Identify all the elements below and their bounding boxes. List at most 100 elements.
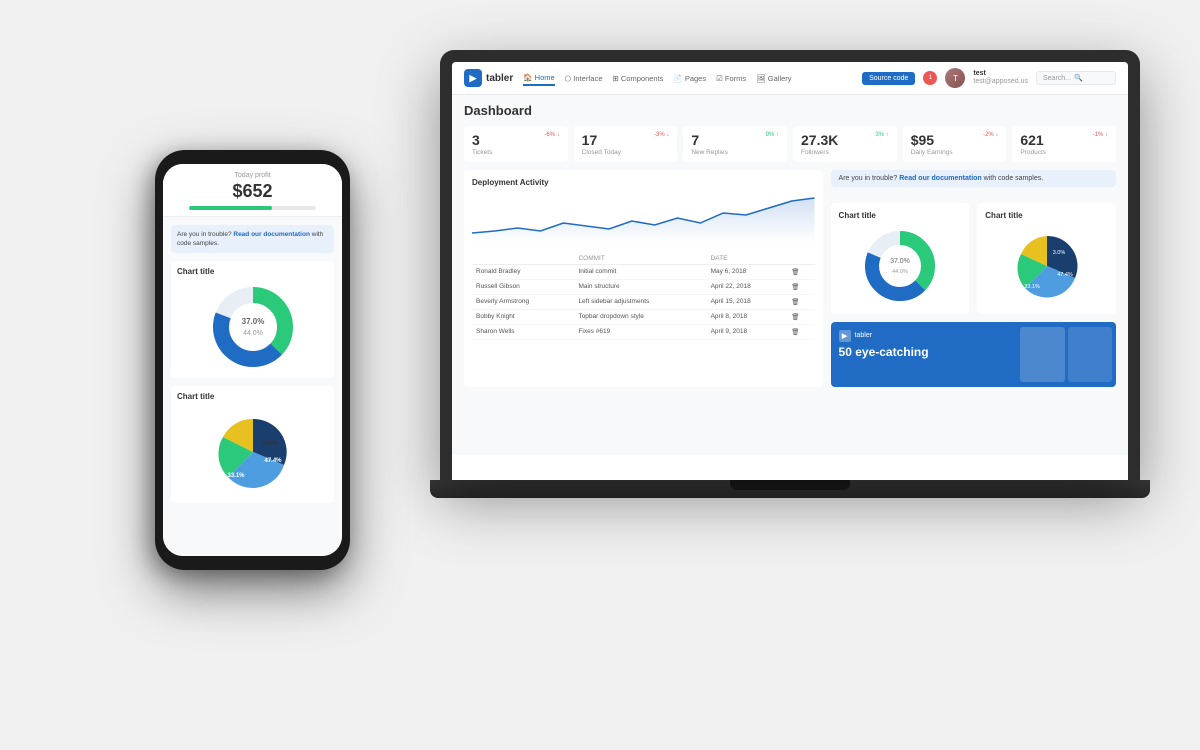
laptop-body: ▶ tabler 🏠 Home ⬡ Interface ⊞ Components…: [440, 50, 1140, 480]
phone-screen: Today profit $652 Are you in trouble? Re…: [163, 164, 342, 556]
nav-link-pages[interactable]: 📄 Pages: [673, 71, 706, 86]
nav-link-interface[interactable]: ⬡ Interface: [565, 71, 603, 86]
row-commit: Main structure: [574, 279, 706, 294]
phone-chart-card-1: Chart title 37.0% 44.0%: [171, 261, 334, 378]
phone-alert-link[interactable]: Read our documentation: [233, 231, 310, 238]
stat-change: 9% ↑: [766, 132, 779, 138]
phone-chart-title-2: Chart title: [177, 392, 328, 401]
promo-card: ▶ tabler 50 eye-catching: [831, 322, 1116, 387]
svg-text:37.0%: 37.0%: [241, 317, 264, 326]
nav-links: 🏠 Home ⬡ Interface ⊞ Components 📄 Pages …: [523, 71, 852, 86]
phone-chart-card-2: Chart title 9.0% 47.4% 33.1%: [171, 386, 334, 503]
stat-label: Daily Earnings: [911, 149, 999, 156]
row-action[interactable]: 🗑: [787, 294, 814, 309]
laptop-screen: ▶ tabler 🏠 Home ⬡ Interface ⊞ Components…: [452, 62, 1128, 480]
search-icon: 🔍: [1074, 74, 1083, 82]
table-row: Bobby Knight Topbar dropdown style April…: [472, 309, 815, 324]
alert-banner: Are you in trouble? Read our documentati…: [831, 170, 1116, 187]
promo-icon: ▶: [839, 330, 851, 342]
phone-donut-1: 37.0% 44.0%: [177, 282, 328, 372]
stat-change: 3% ↑: [875, 132, 888, 138]
svg-text:9.0%: 9.0%: [263, 441, 277, 447]
row-commit: Left sidebar adjustments: [574, 294, 706, 309]
laptop: ▶ tabler 🏠 Home ⬡ Interface ⊞ Components…: [440, 50, 1140, 530]
stat-card-followers: 3% ↑ 27.3K Followers: [793, 126, 897, 162]
col-name: [472, 253, 574, 265]
promo-img-1: [1020, 327, 1065, 382]
chart-title-2: Chart title: [985, 211, 1108, 220]
search-box[interactable]: Search... 🔍: [1036, 71, 1116, 85]
source-code-button[interactable]: Source code: [862, 72, 915, 85]
stat-label: Products: [1020, 149, 1108, 156]
stat-change: -3% ↓: [654, 132, 669, 138]
phone-alert: Are you in trouble? Read our documentati…: [171, 225, 334, 253]
svg-text:47.4%: 47.4%: [264, 458, 282, 464]
stat-label: Tickets: [472, 149, 560, 156]
row-action[interactable]: 🗑: [787, 309, 814, 324]
stat-card-closed: -3% ↓ 17 Closed Today: [574, 126, 678, 162]
row-action[interactable]: 🗑: [787, 279, 814, 294]
phone: Today profit $652 Are you in trouble? Re…: [155, 150, 350, 570]
phone-header: Today profit $652: [163, 164, 342, 217]
row-name: Bobby Knight: [472, 309, 574, 324]
nav-link-forms[interactable]: ☑ Forms: [716, 71, 746, 86]
stat-change: -2% ↓: [983, 132, 998, 138]
user-email: test@apposed.us: [973, 78, 1028, 86]
svg-text:37.0%: 37.0%: [890, 258, 910, 265]
row-date: April 15, 2018: [707, 294, 788, 309]
chart-card-1: Chart title: [831, 203, 970, 314]
alert-link[interactable]: Read our documentation: [899, 175, 981, 182]
donut-chart-1: 37.0% 44.0%: [839, 226, 962, 306]
col-action: [787, 253, 814, 265]
avatar: T: [945, 68, 965, 88]
promo-images: [1016, 322, 1116, 387]
nav-link-home[interactable]: 🏠 Home: [523, 71, 554, 86]
user-name: test: [973, 70, 1028, 78]
row-action[interactable]: 🗑: [787, 264, 814, 279]
nav-link-gallery[interactable]: 🖼 Gallery: [756, 71, 791, 86]
col-commit: COMMIT: [574, 253, 706, 265]
stat-card-tickets: -6% ↓ 3 Tickets: [464, 126, 568, 162]
stat-label: Followers: [801, 149, 889, 156]
svg-text:3.0%: 3.0%: [1052, 250, 1065, 256]
row-date: April 9, 2018: [707, 324, 788, 339]
phone-body: Today profit $652 Are you in trouble? Re…: [155, 150, 350, 570]
svg-text:44.0%: 44.0%: [892, 269, 908, 275]
col-date: DATE: [707, 253, 788, 265]
dashboard-content: Dashboard -6% ↓ 3 Tickets -3% ↓ 17: [452, 95, 1128, 455]
phone-chart-title-1: Chart title: [177, 267, 328, 276]
brand: ▶ tabler: [464, 69, 513, 87]
notification-badge[interactable]: 1: [923, 71, 937, 85]
svg-text:44.0%: 44.0%: [243, 330, 263, 337]
row-name: Ronald Bradley: [472, 264, 574, 279]
promo-brand-name: tabler: [855, 332, 873, 339]
line-chart: [472, 193, 815, 243]
activity-title: Deployment Activity: [472, 178, 815, 187]
row-name: Beverly Armstrong: [472, 294, 574, 309]
user-info: test test@apposed.us: [973, 70, 1028, 87]
svg-text:33.1%: 33.1%: [227, 473, 245, 479]
search-placeholder: Search...: [1043, 75, 1071, 82]
stats-row: -6% ↓ 3 Tickets -3% ↓ 17 Closed Today 9%…: [464, 126, 1116, 162]
phone-profit-value: $652: [173, 181, 332, 202]
stat-change: -1% ↓: [1093, 132, 1108, 138]
phone-progress-fill: [189, 206, 272, 210]
table-row: Russell Gibson Main structure April 22, …: [472, 279, 815, 294]
stat-label: Closed Today: [582, 149, 670, 156]
row-commit: Topbar dropdown style: [574, 309, 706, 324]
phone-content: Are you in trouble? Read our documentati…: [163, 217, 342, 519]
navbar: ▶ tabler 🏠 Home ⬡ Interface ⊞ Components…: [452, 62, 1128, 95]
stat-card-earnings: -2% ↓ $95 Daily Earnings: [903, 126, 1007, 162]
table-row: Ronald Bradley Initial commit May 6, 201…: [472, 264, 815, 279]
phone-pie-chart: 9.0% 47.4% 33.1%: [177, 407, 328, 497]
activity-table: COMMIT DATE Ronald Bradley Init: [472, 253, 815, 340]
activity-card: Deployment Activity: [464, 170, 823, 387]
row-name: Russell Gibson: [472, 279, 574, 294]
nav-link-components[interactable]: ⊞ Components: [613, 71, 664, 86]
stat-change: -6% ↓: [544, 132, 559, 138]
phone-progress-bar: [189, 206, 316, 210]
stat-label: New Replies: [691, 149, 779, 156]
table-row: Beverly Armstrong Left sidebar adjustmen…: [472, 294, 815, 309]
chart-card-2: Chart title: [977, 203, 1116, 314]
row-action[interactable]: 🗑: [787, 324, 814, 339]
